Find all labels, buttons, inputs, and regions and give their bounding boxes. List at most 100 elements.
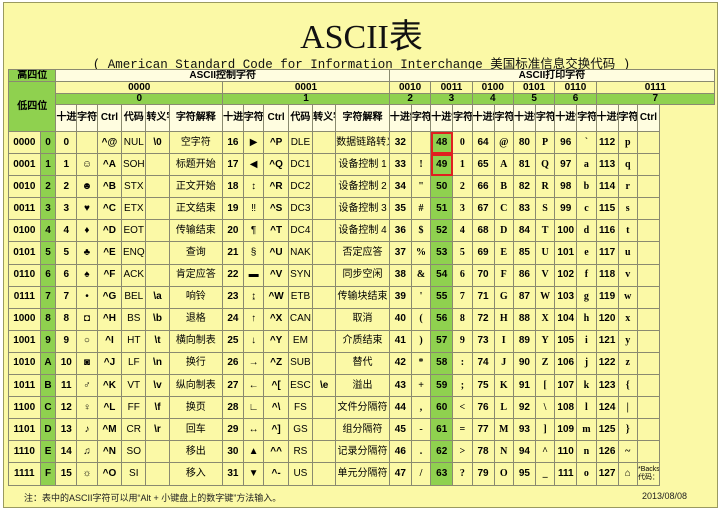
row-binary: 0101 xyxy=(9,242,41,264)
cell-decimal: 22 xyxy=(223,264,244,286)
cell-code: SO xyxy=(122,441,146,463)
cell-decimal: 50 xyxy=(431,176,453,198)
cell-code: ENQ xyxy=(122,242,146,264)
cell-decimal: 97 xyxy=(555,154,577,176)
cell-decimal: 70 xyxy=(472,264,494,286)
cell-description: 换页 xyxy=(169,397,223,419)
cell-glyph: ☻ xyxy=(77,176,98,198)
cell-char: K xyxy=(494,375,513,397)
cell-decimal: 25 xyxy=(223,330,244,352)
high-bits-header: 高四位 xyxy=(9,70,56,82)
cell-char: t xyxy=(618,220,637,242)
cell-code: EOT xyxy=(122,220,146,242)
cell-decimal: 62 xyxy=(431,441,453,463)
cell-decimal: 113 xyxy=(596,154,618,176)
cell-decimal: 7 xyxy=(56,286,77,308)
cell-decimal: 30 xyxy=(223,441,244,463)
cell-decimal: 32 xyxy=(389,132,411,154)
cell-decimal: 98 xyxy=(555,176,577,198)
cell-char: J xyxy=(494,352,513,374)
cell-glyph: § xyxy=(243,242,264,264)
cell-decimal: 4 xyxy=(56,220,77,242)
cell-description: 空字符 xyxy=(169,132,223,154)
cell-char: ; xyxy=(453,375,472,397)
cell-escape xyxy=(146,198,169,220)
cell-ctrl: ^L xyxy=(97,397,121,419)
table-row: 000000^@NUL\0空字符16▶^PDLE数据链路转义3248064@80… xyxy=(9,132,715,154)
cell-ctrl xyxy=(637,441,659,463)
cell-decimal: 121 xyxy=(596,330,618,352)
cell-ctrl xyxy=(637,308,659,330)
table-row: 1111F15☼^OSI移入31▼^-US单元分隔符47/63?79O95_11… xyxy=(9,463,715,485)
cell-glyph: ♂ xyxy=(77,375,98,397)
cell-char: H xyxy=(494,308,513,330)
footnote: 注：表中的ASCII字符可以用“Alt + 小键盘上的数字键”方法输入。 xyxy=(24,491,281,504)
cell-ctrl: ^R xyxy=(264,176,288,198)
col-header-escape: 转义字符 xyxy=(146,105,169,132)
cell-ctrl: *Backspace代码：DEL xyxy=(637,463,659,485)
col-header-char: 字符 xyxy=(618,105,637,132)
cell-code: DC1 xyxy=(288,154,312,176)
backspace-note: *Backspace xyxy=(638,466,659,474)
cell-code: ETB xyxy=(288,286,312,308)
cell-escape: \e xyxy=(313,375,336,397)
cell-char: / xyxy=(411,463,430,485)
cell-glyph: → xyxy=(243,352,264,374)
cell-decimal: 71 xyxy=(472,286,494,308)
cell-decimal: 49 xyxy=(431,154,453,176)
cell-escape xyxy=(313,352,336,374)
cell-decimal: 19 xyxy=(223,198,244,220)
cell-ctrl: ^P xyxy=(264,132,288,154)
cell-ctrl: ^U xyxy=(264,242,288,264)
cell-code: LF xyxy=(122,352,146,374)
cell-escape xyxy=(313,286,336,308)
cell-description: 响铃 xyxy=(169,286,223,308)
cell-ctrl: ^Q xyxy=(264,154,288,176)
cell-decimal: 117 xyxy=(596,242,618,264)
cell-char: f xyxy=(577,264,596,286)
cell-char: $ xyxy=(411,220,430,242)
cell-char: w xyxy=(618,286,637,308)
cell-description: 否定应答 xyxy=(336,242,390,264)
cell-decimal: 73 xyxy=(472,330,494,352)
cell-ctrl: ^M xyxy=(97,419,121,441)
cell-char: A xyxy=(494,154,513,176)
cell-escape: \t xyxy=(146,330,169,352)
cell-glyph: ♣ xyxy=(77,242,98,264)
cell-description: 溢出 xyxy=(336,375,390,397)
cell-ctrl: ^I xyxy=(97,330,121,352)
cell-escape xyxy=(146,463,169,485)
cell-char: 0 xyxy=(453,132,472,154)
cell-decimal: 58 xyxy=(431,352,453,374)
cell-glyph: • xyxy=(77,286,98,308)
cell-decimal: 13 xyxy=(56,419,77,441)
cell-ctrl xyxy=(637,264,659,286)
cell-glyph: ◀ xyxy=(243,154,264,176)
cell-description: 介质结束 xyxy=(336,330,390,352)
cell-ctrl xyxy=(637,198,659,220)
cell-description: 正文结束 xyxy=(169,198,223,220)
cell-description: 正文开始 xyxy=(169,176,223,198)
cell-decimal: 99 xyxy=(555,198,577,220)
cell-escape xyxy=(313,176,336,198)
cell-glyph: ▲ xyxy=(243,441,264,463)
cell-char: O xyxy=(494,463,513,485)
cell-char: } xyxy=(618,419,637,441)
cell-decimal: 86 xyxy=(513,264,535,286)
cell-decimal: 116 xyxy=(596,220,618,242)
cell-char: ⌂ xyxy=(618,463,637,485)
cell-ctrl: ^H xyxy=(97,308,121,330)
cell-escape: \0 xyxy=(146,132,169,154)
cell-char: # xyxy=(411,198,430,220)
cell-char: C xyxy=(494,198,513,220)
cell-escape xyxy=(146,441,169,463)
cell-char: F xyxy=(494,264,513,286)
cell-decimal: 59 xyxy=(431,375,453,397)
cell-decimal: 68 xyxy=(472,220,494,242)
cell-char: X xyxy=(535,308,554,330)
date-label: 2013/08/08 xyxy=(642,491,687,501)
cell-decimal: 82 xyxy=(513,176,535,198)
cell-char: 8 xyxy=(453,308,472,330)
cell-ctrl: ^N xyxy=(97,441,121,463)
row-hex: E xyxy=(40,441,56,463)
